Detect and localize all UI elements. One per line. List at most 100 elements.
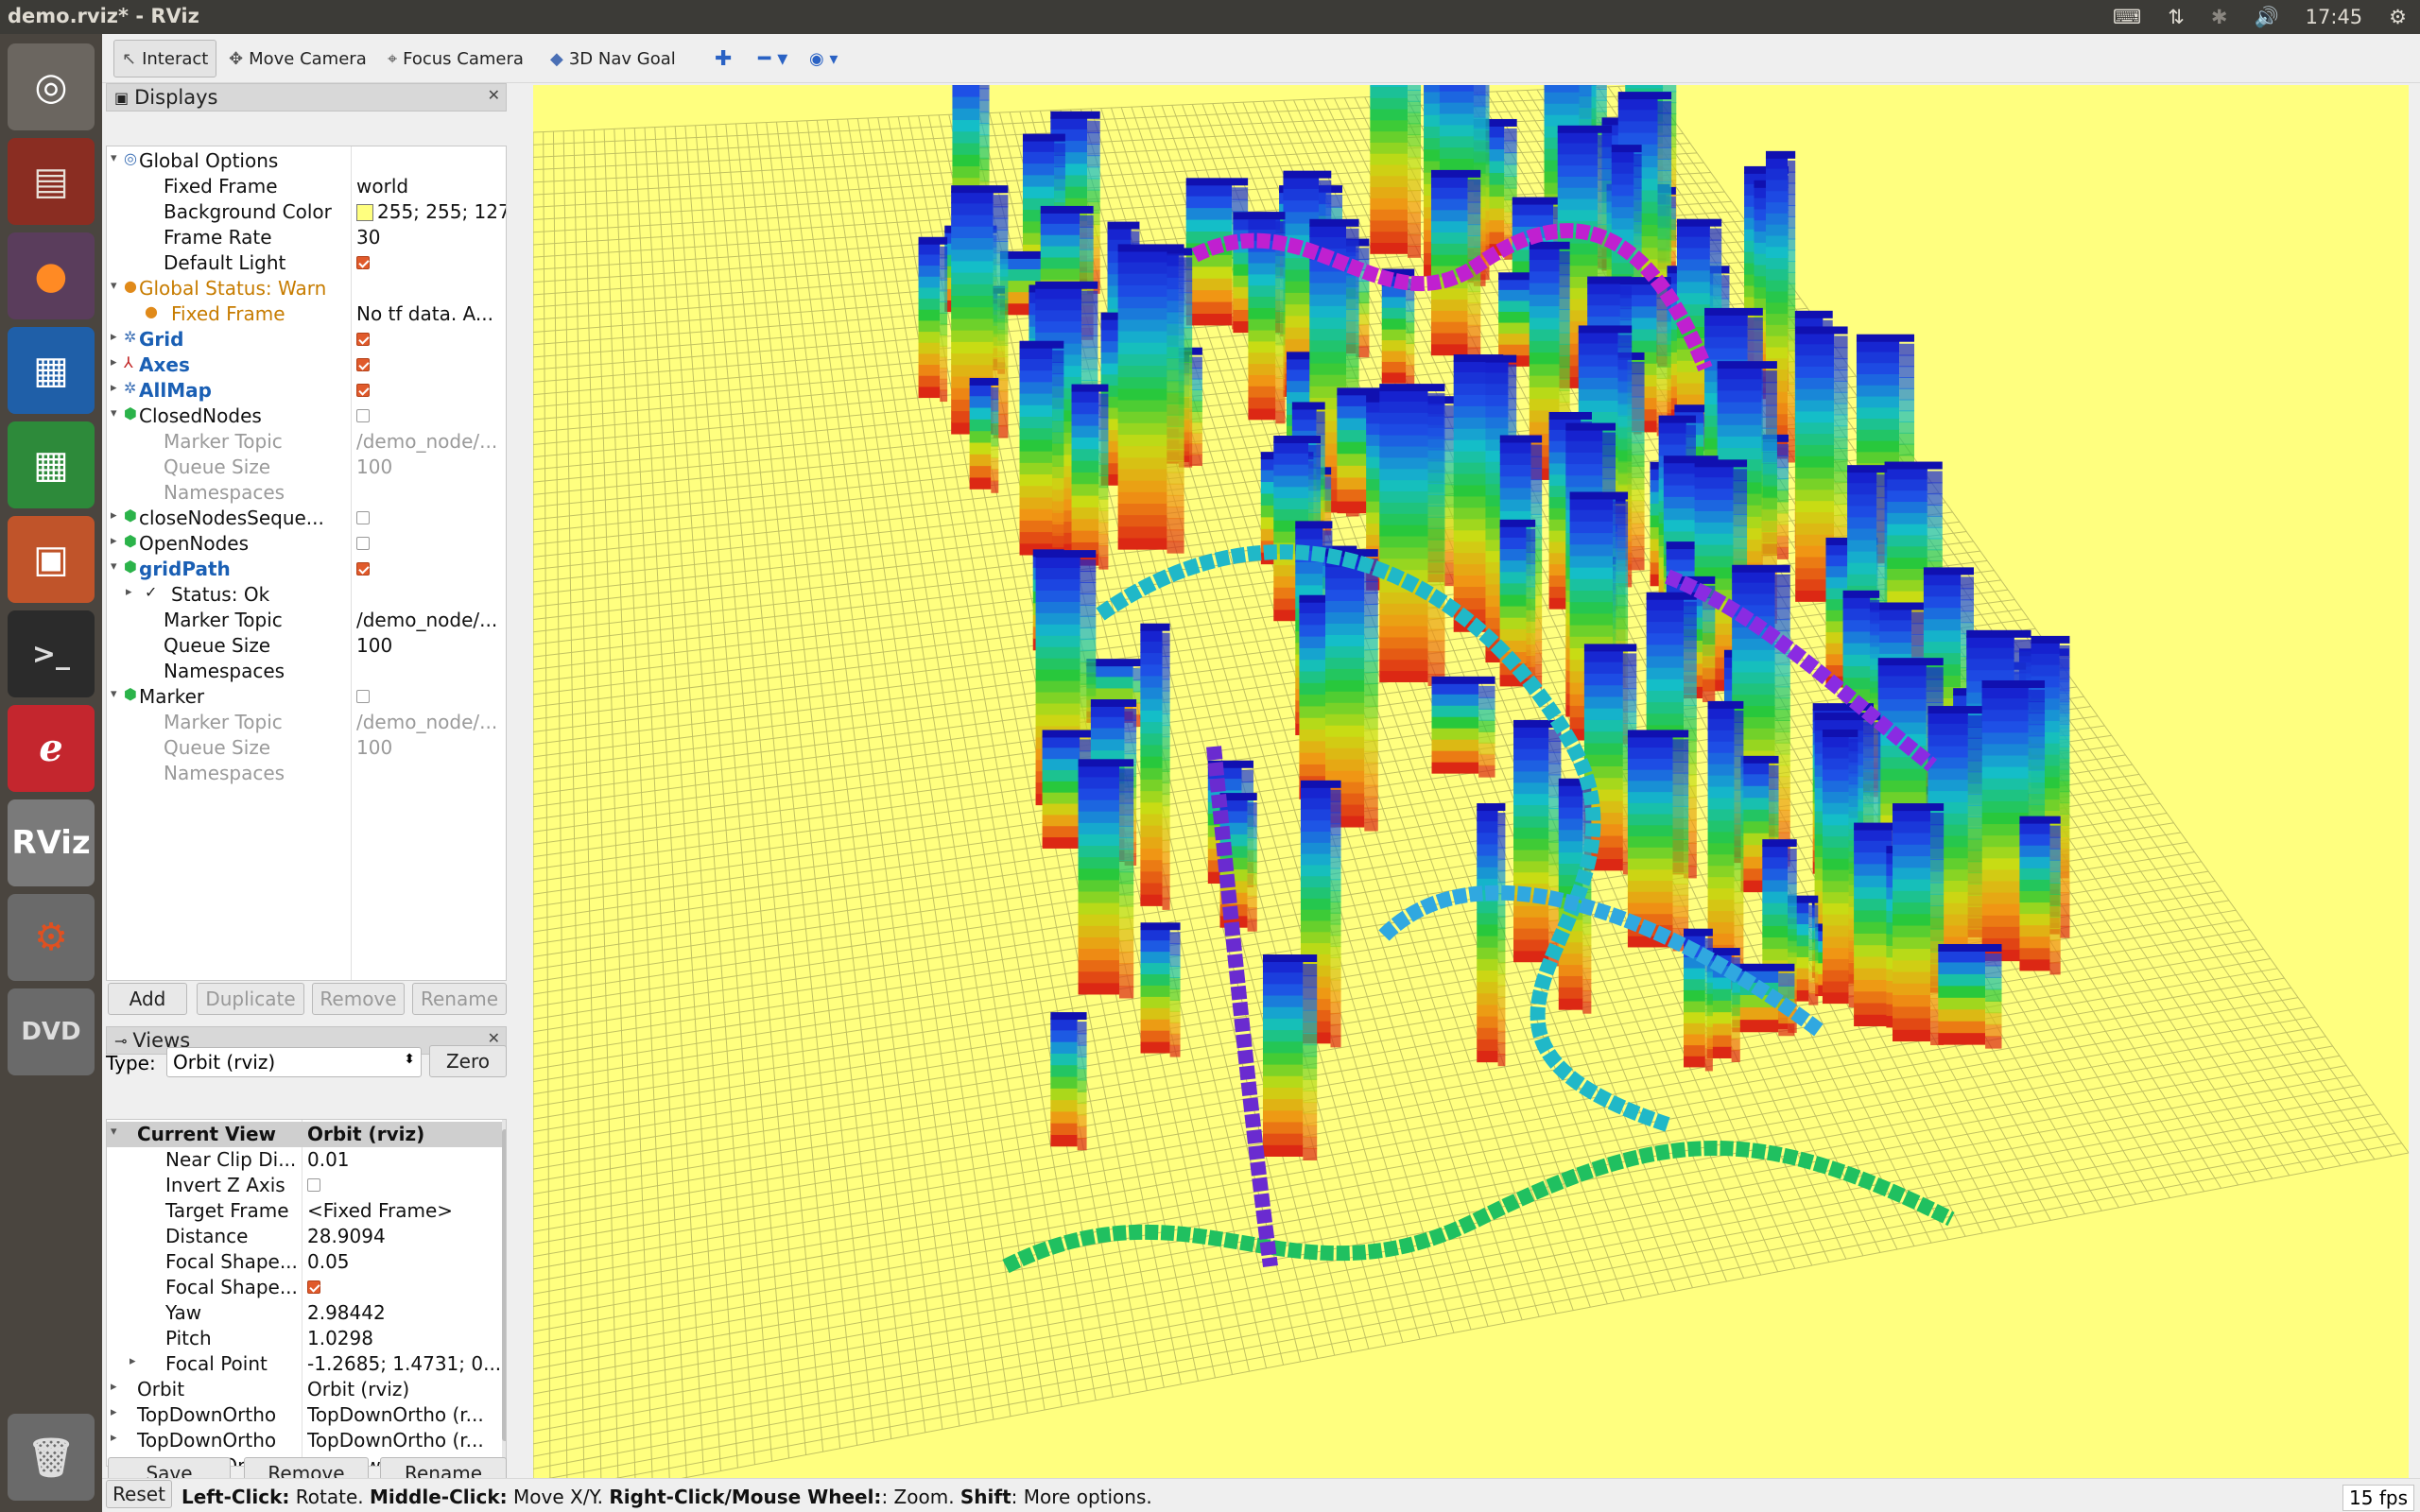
- row-value[interactable]: /demo_node/...: [356, 430, 506, 453]
- rename-display-button[interactable]: Rename: [412, 983, 507, 1015]
- text-editor-icon[interactable]: ℯ: [8, 705, 95, 792]
- row-value[interactable]: 1.0298: [307, 1327, 502, 1349]
- view-row-invert-z-axis[interactable]: Invert Z Axis: [107, 1173, 502, 1198]
- display-row-namespaces[interactable]: Namespaces: [107, 480, 506, 506]
- expand-arrow-icon[interactable]: ▾: [111, 406, 117, 421]
- row-value[interactable]: 100: [356, 634, 506, 657]
- zero-button[interactable]: Zero: [429, 1045, 507, 1077]
- display-row-opennodes-display[interactable]: ▸ ⬢ OpenNodes: [107, 531, 506, 557]
- expand-arrow-icon[interactable]: ▾: [111, 151, 117, 165]
- display-row-default-light[interactable]: Default Light: [107, 250, 506, 276]
- view-row-near-clip[interactable]: Near Clip Di... 0.01: [107, 1147, 502, 1173]
- enable-checkbox[interactable]: [356, 328, 506, 351]
- display-row-marker-topic[interactable]: Marker Topic/demo_node/...: [107, 608, 506, 633]
- enable-checkbox[interactable]: [356, 685, 506, 708]
- expand-arrow-icon[interactable]: ▸: [126, 585, 132, 599]
- move-camera-tool[interactable]: ✥ Move Camera: [221, 40, 374, 77]
- eye-icon[interactable]: ◉ ▾: [802, 40, 845, 77]
- row-value[interactable]: Orbit (rviz): [307, 1123, 502, 1145]
- display-row-closenodessequence-display[interactable]: ▸ ⬢ closeNodesSeque...: [107, 506, 506, 531]
- display-row-marker-topic[interactable]: Marker Topic/demo_node/...: [107, 710, 506, 735]
- row-value[interactable]: world: [356, 175, 506, 198]
- row-value[interactable]: 2.98442: [307, 1301, 502, 1324]
- interact-tool[interactable]: ↖ Interact: [113, 40, 217, 77]
- display-row-queue-size[interactable]: Queue Size 100: [107, 633, 506, 659]
- focus-camera-tool[interactable]: ⌖ Focus Camera: [380, 40, 531, 77]
- remove-tool-icon[interactable]: ━ ▾: [751, 40, 795, 77]
- row-value[interactable]: TopDownOrtho (r...: [307, 1403, 502, 1426]
- reset-button[interactable]: Reset: [106, 1480, 172, 1508]
- calc-icon[interactable]: ▦: [8, 421, 95, 508]
- display-row-closednodes-display[interactable]: ▾ ⬢ ClosedNodes: [107, 404, 506, 429]
- enable-checkbox[interactable]: [356, 558, 506, 580]
- enable-checkbox[interactable]: [356, 404, 506, 427]
- expand-arrow-icon[interactable]: ▾: [111, 559, 117, 574]
- render-viewport[interactable]: [533, 85, 2409, 1506]
- row-value[interactable]: 30: [356, 226, 506, 249]
- displays-tree[interactable]: ▾ ◎ Global Options Fixed Frame world Backgrou…: [106, 146, 507, 981]
- nav-goal-tool[interactable]: ◆ 3D Nav Goal: [543, 40, 683, 77]
- row-value[interactable]: 100: [356, 455, 506, 478]
- row-value[interactable]: -1.2685; 1.4731; 0...: [307, 1352, 502, 1375]
- views-scrollbar[interactable]: [502, 1120, 506, 1466]
- volume-icon[interactable]: 🔊: [2254, 6, 2278, 29]
- expand-arrow-icon[interactable]: ▸: [111, 330, 117, 344]
- view-row-topdownortho-view[interactable]: ▸ TopDownOrtho TopDownOrtho (r...: [107, 1402, 502, 1428]
- trash-icon[interactable]: 🗑: [8, 1414, 95, 1501]
- views-tree[interactable]: ▾ Current View Orbit (rviz) Near Clip Di...…: [106, 1119, 507, 1467]
- view-row-focal-shape-fixed[interactable]: Focal Shape...: [107, 1275, 502, 1300]
- add-tool-icon[interactable]: ✚: [707, 40, 739, 77]
- clock[interactable]: 17:45: [2306, 6, 2363, 28]
- display-row-fixed-frame-status[interactable]: ● Fixed Frame No tf data. A...: [107, 301, 506, 327]
- expand-arrow-icon[interactable]: ▸: [111, 381, 117, 395]
- row-value[interactable]: 0.01: [307, 1148, 502, 1171]
- row-checkbox[interactable]: [307, 1174, 502, 1196]
- row-value[interactable]: /demo_node/...: [356, 609, 506, 631]
- view-row-yaw[interactable]: Yaw 2.98442: [107, 1300, 502, 1326]
- views-type-select[interactable]: Orbit (rviz) ⬍: [166, 1047, 422, 1077]
- display-row-background-color[interactable]: Background Color 255; 255; 127: [107, 199, 506, 225]
- row-checkbox[interactable]: [307, 1276, 502, 1298]
- dvd-icon[interactable]: DVD: [8, 988, 95, 1075]
- display-row-allmap-display[interactable]: ▸ ✲ AllMap: [107, 378, 506, 404]
- view-row-topdownortho-view[interactable]: ▸ TopDownOrtho TopDownOrtho (r...: [107, 1428, 502, 1453]
- row-value[interactable]: /demo_node/...: [356, 711, 506, 733]
- row-value[interactable]: 0.05: [307, 1250, 502, 1273]
- expand-arrow-icon[interactable]: ▸: [130, 1354, 136, 1368]
- view-row-distance[interactable]: Distance 28.9094: [107, 1224, 502, 1249]
- view-row-current-view[interactable]: ▾ Current View Orbit (rviz): [107, 1122, 502, 1147]
- expand-arrow-icon[interactable]: ▸: [111, 1431, 117, 1445]
- presentation-icon[interactable]: ▣: [8, 516, 95, 603]
- view-row-focal-point[interactable]: ▸ Focal Point -1.2685; 1.4731; 0...: [107, 1351, 502, 1377]
- view-row-pitch[interactable]: Pitch 1.0298: [107, 1326, 502, 1351]
- display-row-global-options[interactable]: ▾ ◎ Global Options: [107, 148, 506, 174]
- network-icon[interactable]: ⇅: [2168, 6, 2185, 28]
- impress-icon[interactable]: ▦: [8, 327, 95, 414]
- expand-arrow-icon[interactable]: ▸: [111, 1405, 117, 1419]
- expand-arrow-icon[interactable]: ▾: [111, 279, 117, 293]
- display-row-axes-display[interactable]: ▸ ⅄ Axes: [107, 352, 506, 378]
- remove-display-button[interactable]: Remove: [312, 983, 405, 1015]
- enable-checkbox[interactable]: [356, 507, 506, 529]
- display-row-marker-topic[interactable]: Marker Topic/demo_node/...: [107, 429, 506, 455]
- display-row-frame-rate[interactable]: Frame Rate 30: [107, 225, 506, 250]
- expand-arrow-icon[interactable]: ▾: [111, 1125, 117, 1139]
- display-row-queue-size[interactable]: Queue Size 100: [107, 455, 506, 480]
- display-row-queue-size[interactable]: Queue Size 100: [107, 735, 506, 761]
- rviz-icon[interactable]: RViz: [8, 799, 95, 886]
- enable-checkbox[interactable]: [356, 251, 506, 274]
- display-row-namespaces[interactable]: Namespaces: [107, 761, 506, 786]
- view-row-focal-shape-size[interactable]: Focal Shape... 0.05: [107, 1249, 502, 1275]
- enable-checkbox[interactable]: [356, 353, 506, 376]
- view-row-target-frame[interactable]: Target Frame <Fixed Frame>: [107, 1198, 502, 1224]
- view-row-orbit-view[interactable]: ▸ Orbit Orbit (rviz): [107, 1377, 502, 1402]
- gear-icon[interactable]: ⚙: [2389, 6, 2407, 28]
- duplicate-display-button[interactable]: Duplicate: [197, 983, 304, 1015]
- row-value[interactable]: 100: [356, 736, 506, 759]
- dash-icon[interactable]: ◎: [8, 43, 95, 130]
- expand-arrow-icon[interactable]: ▾: [111, 687, 117, 701]
- display-row-fixed-frame[interactable]: Fixed Frame world: [107, 174, 506, 199]
- expand-arrow-icon[interactable]: ▸: [111, 534, 117, 548]
- add-display-button[interactable]: Add: [108, 983, 187, 1015]
- display-row-namespaces[interactable]: Namespaces: [107, 659, 506, 684]
